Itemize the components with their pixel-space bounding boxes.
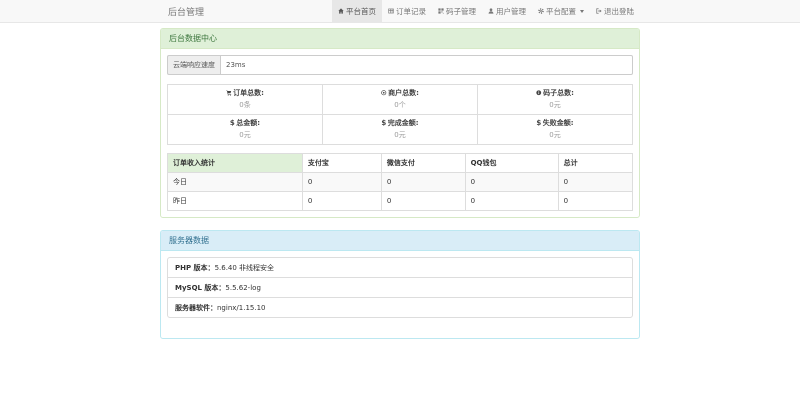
nav-menu: 平台首页 订单记录 码子管理 用户管理 平台配置 退出登陆 xyxy=(332,0,640,22)
data-center-panel-body: 云端响应速度 订单总数: 0条 商户总数: xyxy=(161,49,639,217)
stat-label: 商户总数: xyxy=(388,88,419,98)
brand-title: 后台管理 xyxy=(160,0,212,22)
row-label: 今日 xyxy=(168,173,303,192)
list-item-mysql-version: MySQL 版本：5.5.62-log xyxy=(168,278,632,298)
list-item-value: 5.6.40 非线程安全 xyxy=(215,264,275,272)
nav-item-label: 退出登陆 xyxy=(604,6,634,17)
stat-value: 0条 xyxy=(168,100,322,110)
navbar-container: 后台管理 平台首页 订单记录 码子管理 用户管理 平台配置 xyxy=(160,0,640,22)
stat-value: 0元 xyxy=(478,130,632,140)
cell-value: 0 xyxy=(558,192,632,211)
nav-item-label: 码子管理 xyxy=(446,6,476,17)
cell-value: 0 xyxy=(302,192,381,211)
cart-icon xyxy=(226,90,232,96)
list-item-label: PHP 版本： xyxy=(175,264,215,272)
stat-cell-total-amount: $ 总金额: 0元 xyxy=(168,115,323,145)
nav-item-platform-home[interactable]: 平台首页 xyxy=(332,0,382,22)
income-header-title: 订单收入统计 xyxy=(168,154,303,173)
cell-value: 0 xyxy=(465,192,558,211)
dollar-icon: $ xyxy=(381,119,386,127)
server-data-panel-title: 服务器数据 xyxy=(161,231,639,251)
table-row-yesterday: 昨日 0 0 0 0 xyxy=(168,192,633,211)
income-header-wechat: 微信支付 xyxy=(381,154,465,173)
home-icon xyxy=(338,8,344,14)
income-header-qq: QQ钱包 xyxy=(465,154,558,173)
stat-label: 总金额: xyxy=(236,118,260,128)
dollar-icon: $ xyxy=(536,119,541,127)
list-item-server-software: 服务器软件：nginx/1.15.10 xyxy=(168,298,632,317)
cell-value: 0 xyxy=(381,173,465,192)
main-container: 后台数据中心 云端响应速度 订单总数: 0条 xyxy=(160,28,640,339)
row-label: 昨日 xyxy=(168,192,303,211)
cloud-speed-group: 云端响应速度 xyxy=(167,55,633,75)
signout-icon xyxy=(596,8,602,14)
cell-value: 0 xyxy=(465,173,558,192)
nav-item-logout[interactable]: 退出登陆 xyxy=(590,0,640,22)
table-row-today: 今日 0 0 0 0 xyxy=(168,173,633,192)
nav-item-platform-config[interactable]: 平台配置 xyxy=(532,0,590,22)
stat-cell-finished-amount: $ 完成金额: 0元 xyxy=(323,115,478,145)
income-header-alipay: 支付宝 xyxy=(302,154,381,173)
stat-cell-failed-amount: $ 失败金额: 0元 xyxy=(478,115,633,145)
stat-label: 码子总数: xyxy=(543,88,574,98)
income-table: 订单收入统计 支付宝 微信支付 QQ钱包 总计 今日 0 0 0 0 昨日 0 … xyxy=(167,153,633,211)
stat-cell-merchant-total: 商户总数: 0个 xyxy=(323,85,478,115)
nav-item-user-manage[interactable]: 用户管理 xyxy=(482,0,532,22)
server-data-panel: 服务器数据 PHP 版本：5.6.40 非线程安全 MySQL 版本：5.5.6… xyxy=(160,230,640,339)
stat-value: 0元 xyxy=(168,130,322,140)
list-item-value: 5.5.62-log xyxy=(225,284,260,292)
stat-cell-code-total: 码子总数: 0元 xyxy=(478,85,633,115)
stat-value: 0个 xyxy=(323,100,477,110)
cloud-speed-input[interactable] xyxy=(220,55,633,75)
server-data-panel-body: PHP 版本：5.6.40 非线程安全 MySQL 版本：5.5.62-log … xyxy=(161,251,639,338)
nav-item-order-records[interactable]: 订单记录 xyxy=(382,0,432,22)
list-item-label: 服务器软件： xyxy=(175,304,217,312)
data-center-panel-title: 后台数据中心 xyxy=(161,29,639,49)
dollar-icon: $ xyxy=(230,119,235,127)
cloud-speed-label: 云端响应速度 xyxy=(167,55,220,75)
income-table-header-row: 订单收入统计 支付宝 微信支付 QQ钱包 总计 xyxy=(168,154,633,173)
nav-item-label: 平台首页 xyxy=(346,6,376,17)
chevron-down-icon xyxy=(580,10,584,13)
cell-value: 0 xyxy=(381,192,465,211)
stat-label: 完成金额: xyxy=(388,118,419,128)
stat-label: 订单总数: xyxy=(233,88,264,98)
top-navbar: 后台管理 平台首页 订单记录 码子管理 用户管理 平台配置 xyxy=(0,0,800,23)
order-list-icon xyxy=(388,8,394,14)
nav-item-label: 用户管理 xyxy=(496,6,526,17)
user-icon xyxy=(488,8,494,14)
data-center-panel: 后台数据中心 云端响应速度 订单总数: 0条 xyxy=(160,28,640,218)
list-item-label: MySQL 版本： xyxy=(175,284,225,292)
merchant-icon xyxy=(381,90,387,96)
qrcode-icon xyxy=(438,8,444,14)
nav-item-label: 平台配置 xyxy=(546,6,576,17)
stat-value: 0元 xyxy=(323,130,477,140)
nav-item-code-manage[interactable]: 码子管理 xyxy=(432,0,482,22)
list-item-value: nginx/1.15.10 xyxy=(217,304,265,312)
stat-cell-order-total: 订单总数: 0条 xyxy=(168,85,323,115)
cell-value: 0 xyxy=(302,173,381,192)
gear-icon xyxy=(538,8,544,14)
income-header-total: 总计 xyxy=(558,154,632,173)
cell-value: 0 xyxy=(558,173,632,192)
info-icon xyxy=(536,90,542,96)
list-item-php-version: PHP 版本：5.6.40 非线程安全 xyxy=(168,258,632,278)
stats-table: 订单总数: 0条 商户总数: 0个 码子总数 xyxy=(167,84,633,145)
stat-label: 失败金额: xyxy=(543,118,574,128)
nav-item-label: 订单记录 xyxy=(396,6,426,17)
server-info-list: PHP 版本：5.6.40 非线程安全 MySQL 版本：5.5.62-log … xyxy=(167,257,633,318)
stat-value: 0元 xyxy=(478,100,632,110)
